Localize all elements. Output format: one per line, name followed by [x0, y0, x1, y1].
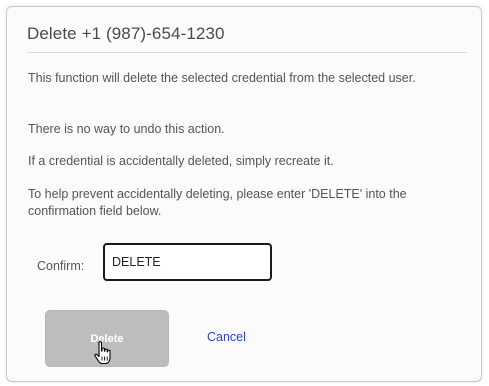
message-no-undo: There is no way to undo this action.	[28, 122, 225, 136]
delete-credential-dialog: Delete +1 (987)-654-1230 This function w…	[6, 6, 482, 382]
message-delete-description: This function will delete the selected c…	[28, 71, 416, 85]
message-confirm-instruction: To help prevent accidentally deleting, p…	[28, 187, 407, 218]
confirm-label: Confirm:	[37, 259, 85, 273]
message-recreate: If a credential is accidentally deleted,…	[28, 154, 334, 168]
hand-pointer-icon	[94, 341, 111, 365]
dialog-title: Delete +1 (987)-654-1230	[27, 24, 225, 43]
page: Delete +1 (987)-654-1230 This function w…	[0, 0, 489, 386]
confirm-input[interactable]	[103, 243, 272, 281]
cancel-link[interactable]: Cancel	[207, 330, 246, 344]
title-divider	[27, 52, 467, 53]
